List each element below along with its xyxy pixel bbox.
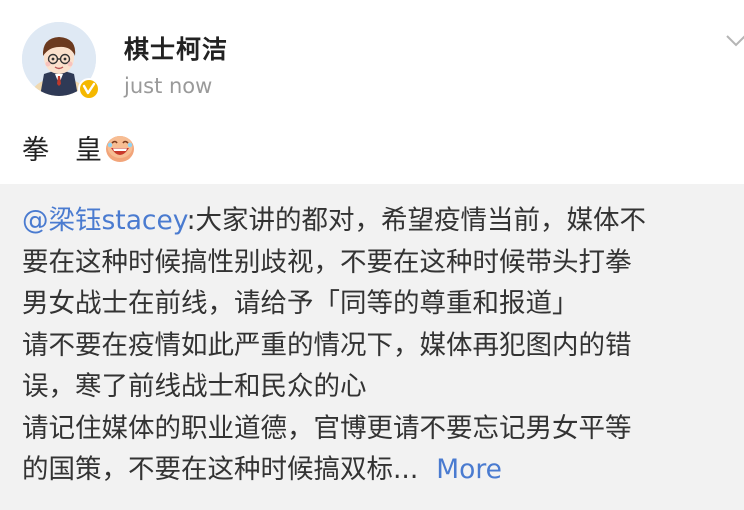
avatar-container[interactable] xyxy=(22,22,102,102)
laughing-face-emoji-icon xyxy=(106,135,134,162)
post-timestamp: just now xyxy=(124,74,213,98)
repost-line: 请记住媒体的职业道德，官博更请不要忘记男女平等 xyxy=(22,412,632,444)
repost-line: @梁钰stacey:大家讲的都对，希望疫情当前，媒体不 xyxy=(22,205,647,236)
repost-box[interactable]: @梁钰stacey:大家讲的都对，希望疫情当前，媒体不 要在这种时候搞性别歧视，… xyxy=(0,184,744,510)
verified-badge-icon xyxy=(78,78,100,100)
mention-link[interactable]: @梁钰stacey xyxy=(22,205,187,236)
post-text-part1: 拳 xyxy=(22,135,49,166)
more-link[interactable]: More xyxy=(436,454,502,485)
repost-line: 请不要在疫情如此严重的情况下，媒体再犯图内的错 xyxy=(22,329,632,361)
repost-line: 的国策，不要在这种时候搞双标... More xyxy=(22,454,502,485)
repost-line: 误，寒了前线战士和民众的心 xyxy=(22,371,367,402)
post-text-part2: 皇 xyxy=(75,135,102,166)
repost-text: @梁钰stacey:大家讲的都对，希望疫情当前，媒体不 要在这种时候搞性别歧视，… xyxy=(22,200,740,491)
chevron-down-icon[interactable] xyxy=(724,28,744,52)
repost-line: 男女战士在前线，请给予「同等的尊重和报道」 xyxy=(22,288,579,319)
weibo-post: 棋士柯洁 just now 拳 皇 @梁钰stacey:大家讲的都对，希望疫情当… xyxy=(0,0,744,510)
post-header: 棋士柯洁 just now xyxy=(0,0,744,112)
repost-line: 要在这种时候搞性别歧视，不要在这种时候带头打拳 xyxy=(22,246,632,278)
post-text: 拳 皇 xyxy=(22,128,136,167)
author-name[interactable]: 棋士柯洁 xyxy=(124,30,228,66)
